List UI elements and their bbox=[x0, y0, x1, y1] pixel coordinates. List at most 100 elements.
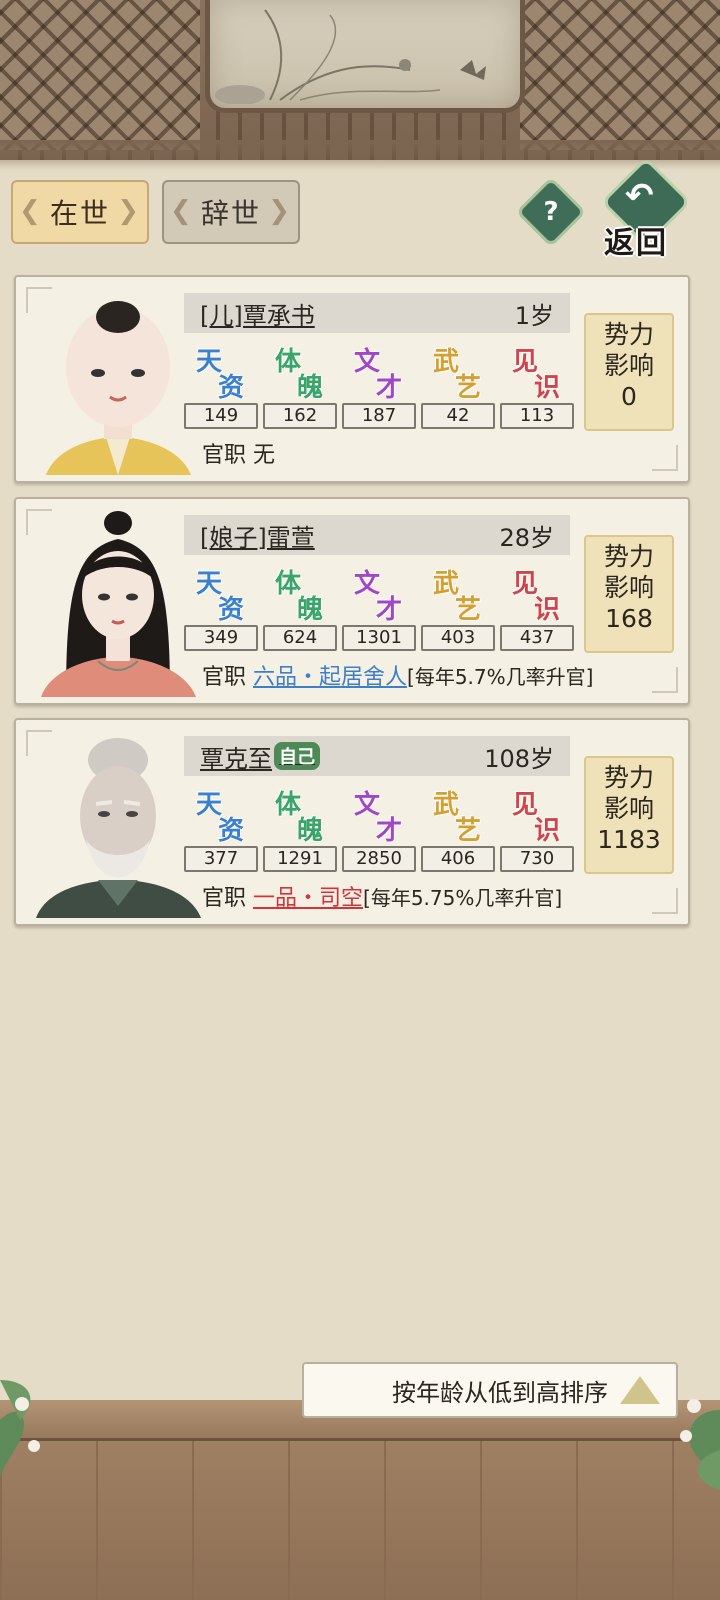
member-name[interactable]: 覃克至 自己 bbox=[200, 739, 320, 774]
influence-label: 影响 bbox=[603, 573, 654, 602]
stat-value: 149 bbox=[184, 403, 258, 429]
member-card[interactable]: 覃克至 自己 108岁 天 资 377 体 魄 1291 文 才 2850 武 艺… bbox=[14, 718, 690, 926]
influence-label: 影响 bbox=[603, 794, 654, 823]
plant-left-icon bbox=[0, 1380, 40, 1480]
member-name-text: 覃克至 bbox=[200, 744, 272, 773]
stats-row: 天 资 377 体 魄 1291 文 才 2850 武 艺 406 见 识 73… bbox=[184, 784, 576, 878]
influence-box: 势力 影响 168 bbox=[584, 535, 674, 653]
member-card[interactable]: [娘子]雷萱 28岁 天 资 349 体 魄 624 文 才 1301 武 艺 … bbox=[14, 497, 690, 705]
stat-martial: 武 艺 406 bbox=[421, 784, 495, 878]
corner-ornament bbox=[652, 445, 678, 471]
name-bar: [娘子]雷萱 28岁 bbox=[184, 515, 570, 555]
stat-label-char: 艺 bbox=[455, 595, 482, 625]
tab-deceased[interactable]: ❮ 辞世 ❯ bbox=[162, 180, 300, 244]
member-name[interactable]: [儿]覃承书 bbox=[200, 296, 315, 331]
stat-value: 2850 bbox=[342, 846, 416, 872]
influence-label: 势力 bbox=[603, 763, 654, 792]
stat-label-char: 资 bbox=[218, 816, 245, 846]
chevron-right-icon: ❯ bbox=[117, 196, 141, 226]
top-decoration bbox=[0, 0, 720, 170]
influence-label: 影响 bbox=[603, 351, 654, 380]
stat-label-char: 识 bbox=[534, 373, 561, 403]
chevron-left-icon: ❮ bbox=[170, 196, 194, 226]
office-row: 官职 一品・司空[每年5.75%几率升官] bbox=[202, 880, 562, 912]
stat-value: 113 bbox=[500, 403, 574, 429]
stat-talent: 天 资 349 bbox=[184, 563, 258, 657]
influence-box: 势力 影响 1183 bbox=[584, 756, 674, 874]
stat-label-char: 魄 bbox=[297, 373, 324, 403]
stat-literacy: 文 才 1301 bbox=[342, 563, 416, 657]
office-value: 无 bbox=[253, 443, 276, 468]
stat-value: 1291 bbox=[263, 846, 337, 872]
corner-ornament bbox=[652, 667, 678, 693]
chevron-right-icon: ❯ bbox=[268, 196, 292, 226]
help-button[interactable]: ? bbox=[515, 176, 587, 248]
avatar bbox=[36, 730, 201, 918]
stat-value: 1301 bbox=[342, 625, 416, 651]
avatar bbox=[36, 509, 201, 697]
stat-label-char: 资 bbox=[218, 595, 245, 625]
stat-label-char: 魄 bbox=[297, 595, 324, 625]
office-rank-link[interactable]: 六品・起居舍人 bbox=[253, 665, 407, 690]
avatar bbox=[36, 287, 201, 475]
back-button[interactable]: ↶ 返回 bbox=[600, 156, 692, 261]
stat-value: 377 bbox=[184, 846, 258, 872]
sort-label: 按年龄从低到高排序 bbox=[392, 1378, 608, 1407]
bottom-wood-panel bbox=[0, 1400, 720, 1600]
question-icon: ? bbox=[543, 197, 559, 227]
stat-label-char: 识 bbox=[534, 816, 561, 846]
tab-alive[interactable]: ❮ 在世 ❯ bbox=[11, 180, 149, 244]
window-lattice-left bbox=[0, 0, 200, 150]
stat-label-char: 艺 bbox=[455, 373, 482, 403]
stat-label-char: 才 bbox=[376, 816, 403, 846]
return-arrow-icon: ↶ bbox=[625, 176, 654, 216]
stat-knowledge: 见 识 437 bbox=[500, 563, 574, 657]
influence-box: 势力 影响 0 bbox=[584, 313, 674, 431]
stat-value: 187 bbox=[342, 403, 416, 429]
stat-value: 406 bbox=[421, 846, 495, 872]
sort-by-age-button[interactable]: 按年龄从低到高排序 bbox=[302, 1362, 678, 1418]
member-name-text: [儿]覃承书 bbox=[200, 301, 315, 330]
stat-physique: 体 魄 162 bbox=[263, 341, 337, 435]
influence-label: 势力 bbox=[603, 542, 654, 571]
member-name[interactable]: [娘子]雷萱 bbox=[200, 518, 315, 553]
sort-ascending-icon bbox=[620, 1376, 660, 1404]
stats-row: 天 资 149 体 魄 162 文 才 187 武 艺 42 见 识 113 bbox=[184, 341, 576, 435]
member-name-text: [娘子]雷萱 bbox=[200, 523, 315, 552]
promotion-chance: [每年5.7%几率升官] bbox=[407, 665, 594, 689]
stat-knowledge: 见 识 730 bbox=[500, 784, 574, 878]
stat-value: 403 bbox=[421, 625, 495, 651]
stat-knowledge: 见 识 113 bbox=[500, 341, 574, 435]
stat-literacy: 文 才 187 bbox=[342, 341, 416, 435]
self-badge: 自己 bbox=[274, 742, 320, 770]
stat-talent: 天 资 149 bbox=[184, 341, 258, 435]
office-label: 官职 bbox=[202, 443, 247, 468]
stat-value: 42 bbox=[421, 403, 495, 429]
office-row: 官职 无 bbox=[202, 437, 275, 469]
orchid-painting bbox=[205, 0, 525, 113]
stat-physique: 体 魄 624 bbox=[263, 563, 337, 657]
member-age: 28岁 bbox=[499, 523, 554, 552]
influence-label: 势力 bbox=[603, 320, 654, 349]
tab-deceased-label: 辞世 bbox=[200, 197, 261, 230]
stat-talent: 天 资 377 bbox=[184, 784, 258, 878]
office-row: 官职 六品・起居舍人[每年5.7%几率升官] bbox=[202, 659, 593, 691]
stat-literacy: 文 才 2850 bbox=[342, 784, 416, 878]
stat-label-char: 才 bbox=[376, 595, 403, 625]
stat-label-char: 资 bbox=[218, 373, 245, 403]
office-rank-link[interactable]: 一品・司空 bbox=[253, 886, 363, 911]
stat-value: 162 bbox=[263, 403, 337, 429]
stat-physique: 体 魄 1291 bbox=[263, 784, 337, 878]
influence-value: 1183 bbox=[597, 825, 661, 854]
back-label: 返回 bbox=[604, 226, 668, 261]
stat-label-char: 艺 bbox=[455, 816, 482, 846]
promotion-chance: [每年5.75%几率升官] bbox=[363, 886, 563, 910]
influence-value: 0 bbox=[621, 382, 637, 411]
member-card[interactable]: [儿]覃承书 1岁 天 资 149 体 魄 162 文 才 187 武 艺 42… bbox=[14, 275, 690, 483]
stat-value: 730 bbox=[500, 846, 574, 872]
name-bar: 覃克至 自己 108岁 bbox=[184, 736, 570, 776]
stat-value: 437 bbox=[500, 625, 574, 651]
stat-martial: 武 艺 403 bbox=[421, 563, 495, 657]
member-age: 108岁 bbox=[484, 744, 554, 773]
window-lattice-right bbox=[520, 0, 720, 150]
